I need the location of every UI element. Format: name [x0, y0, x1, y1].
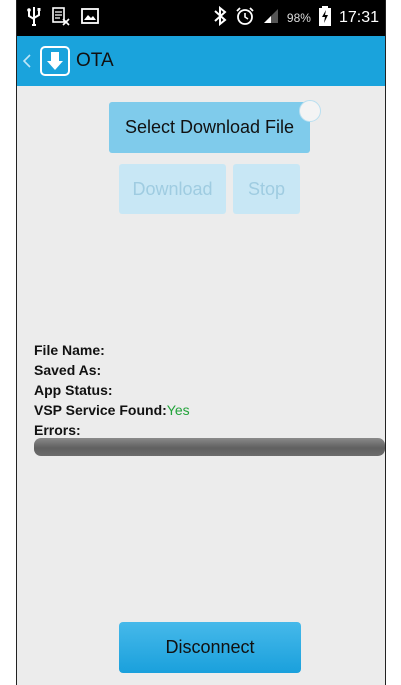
- download-progress-bar: [34, 438, 385, 456]
- page-title: OTA: [76, 50, 114, 71]
- image-icon: [81, 8, 99, 29]
- battery-charging-icon: [318, 6, 331, 30]
- download-button[interactable]: Download: [119, 164, 226, 214]
- status-bar: 98% 17:31: [17, 0, 385, 36]
- download-app-icon[interactable]: [40, 46, 70, 76]
- app-status-label: App Status:: [34, 382, 113, 398]
- disconnect-button[interactable]: Disconnect: [119, 622, 301, 673]
- bluetooth-icon: [213, 5, 227, 30]
- stop-button[interactable]: Stop: [233, 164, 300, 214]
- vsp-service-row: VSP Service Found:Yes: [34, 400, 190, 420]
- errors-label: Errors:: [34, 422, 81, 438]
- status-clock: 17:31: [338, 9, 379, 26]
- app-screen: 98% 17:31 OTA Select Download File Downl…: [17, 0, 385, 685]
- saved-as-label: Saved As:: [34, 362, 102, 378]
- right-frame-edge: [385, 0, 386, 685]
- signal-icon: [263, 8, 279, 28]
- vsp-service-value: Yes: [166, 402, 190, 418]
- notification-icon: [51, 6, 71, 31]
- alarm-icon: [235, 6, 255, 30]
- back-chevron-icon[interactable]: [20, 36, 34, 86]
- ota-info-panel: File Name: Saved As: App Status: VSP Ser…: [34, 340, 190, 440]
- usb-icon: [27, 6, 41, 31]
- action-bar: OTA: [17, 36, 385, 86]
- touch-indicator: [299, 100, 321, 122]
- file-name-label: File Name:: [34, 342, 105, 358]
- vsp-service-label: VSP Service Found:: [34, 402, 167, 418]
- select-download-file-button[interactable]: Select Download File: [109, 102, 310, 153]
- battery-percent: 98%: [286, 11, 311, 25]
